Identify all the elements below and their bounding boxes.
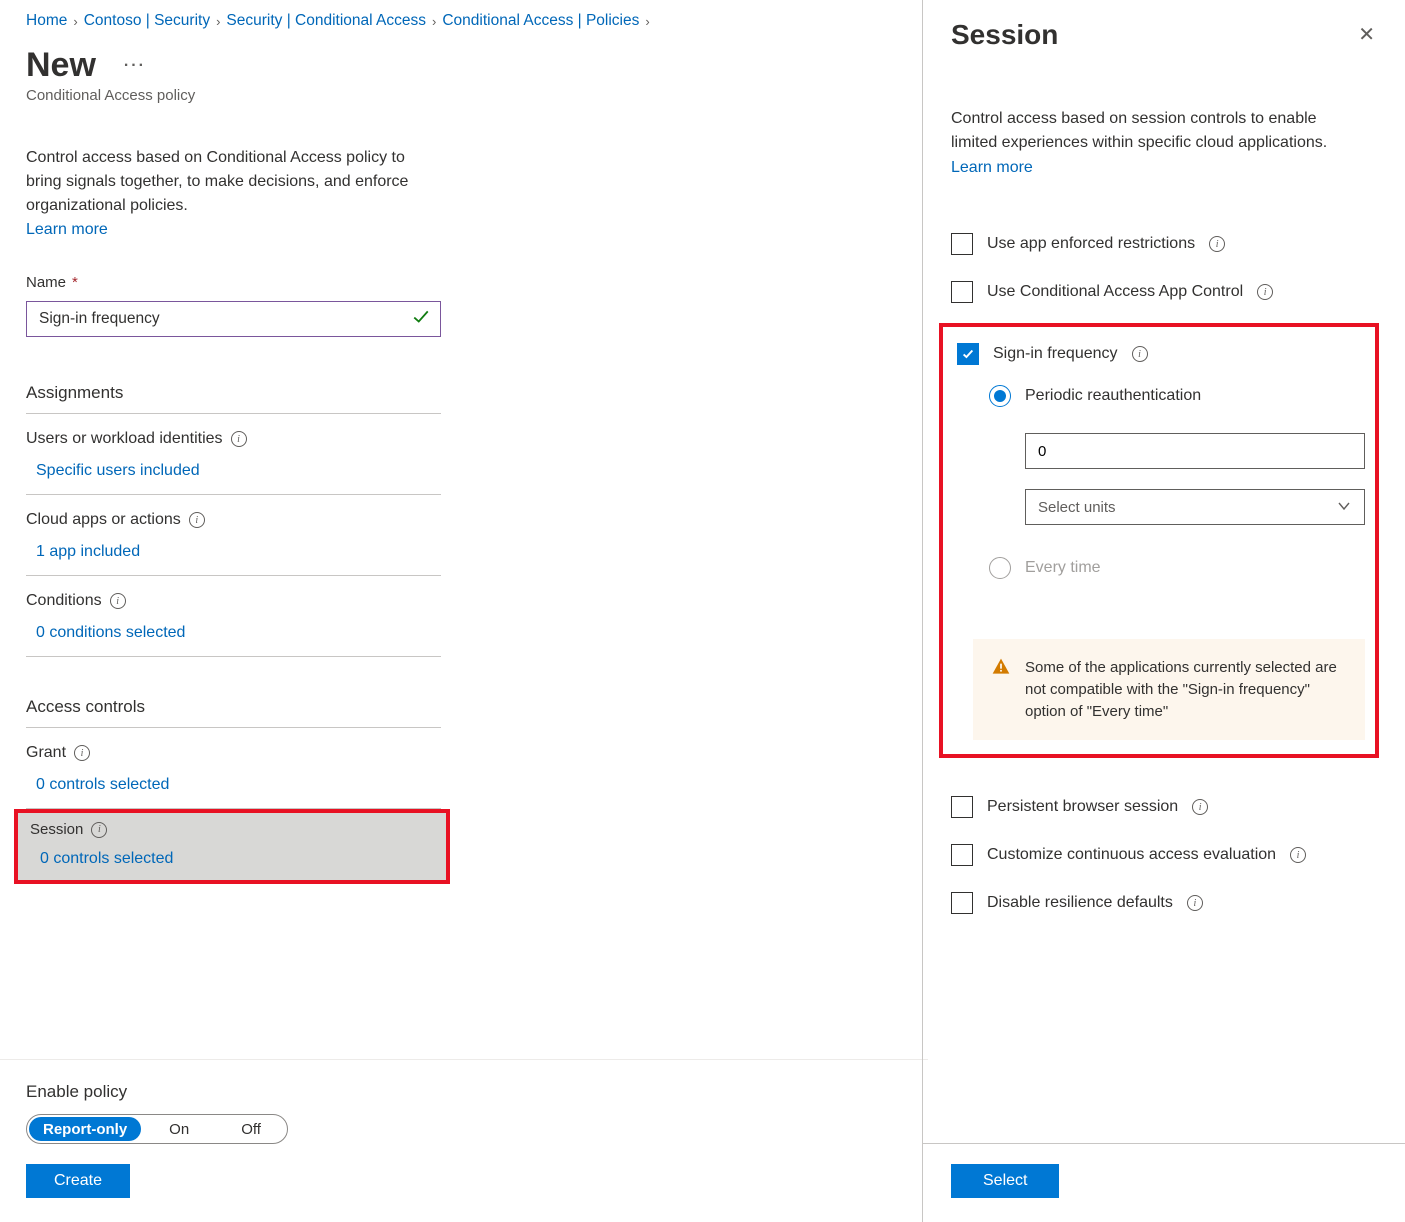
session-label: Session — [30, 821, 83, 838]
option-app-enforced-label: Use app enforced restrictions — [987, 235, 1195, 253]
checkbox-unchecked[interactable] — [951, 892, 973, 914]
enable-policy-toggle[interactable]: Report-only On Off — [26, 1114, 288, 1144]
option-resilience-label: Disable resilience defaults — [987, 894, 1173, 912]
access-controls-header: Access controls — [26, 697, 441, 728]
checkbox-unchecked[interactable] — [951, 844, 973, 866]
info-icon[interactable]: i — [74, 745, 90, 761]
conditions-block[interactable]: Conditions i 0 conditions selected — [26, 576, 441, 657]
info-icon[interactable]: i — [1187, 895, 1203, 911]
name-label-row: Name * — [26, 274, 922, 291]
close-icon[interactable]: ✕ — [1354, 18, 1379, 51]
session-panel: Session ✕ Control access based on sessio… — [922, 0, 1405, 1222]
panel-title: Session — [951, 19, 1058, 51]
info-icon[interactable]: i — [189, 512, 205, 528]
warning-text: Some of the applications currently selec… — [1025, 657, 1347, 722]
select-button[interactable]: Select — [951, 1164, 1059, 1198]
info-icon[interactable]: i — [1257, 284, 1273, 300]
learn-more-link[interactable]: Learn more — [26, 218, 426, 242]
grant-block[interactable]: Grant i 0 controls selected — [26, 728, 441, 809]
radio-selected[interactable] — [989, 385, 1011, 407]
breadcrumb-ca-policies[interactable]: Conditional Access | Policies — [442, 12, 639, 30]
info-icon[interactable]: i — [91, 822, 107, 838]
radio-every-time[interactable]: Every time — [989, 557, 1365, 579]
option-cae-label: Customize continuous access evaluation — [987, 846, 1276, 864]
panel-learn-more[interactable]: Learn more — [951, 159, 1379, 177]
radio-every-time-label: Every time — [1025, 559, 1101, 577]
session-value[interactable]: 0 controls selected — [30, 850, 436, 868]
info-icon[interactable]: i — [1290, 847, 1306, 863]
conditions-value[interactable]: 0 conditions selected — [26, 624, 441, 642]
create-button[interactable]: Create — [26, 1164, 130, 1198]
radio-periodic-label: Periodic reauthentication — [1025, 387, 1201, 405]
radio-periodic[interactable]: Periodic reauthentication — [989, 385, 1365, 407]
info-icon[interactable]: i — [110, 593, 126, 609]
users-block[interactable]: Users or workload identities i Specific … — [26, 414, 441, 495]
signin-frequency-highlight: Sign-in frequency i Periodic reauthentic… — [939, 323, 1379, 758]
policy-footer: Enable policy Report-only On Off Create — [0, 1059, 928, 1222]
breadcrumb-contoso-security[interactable]: Contoso | Security — [84, 12, 210, 30]
users-value[interactable]: Specific users included — [26, 462, 441, 480]
chevron-right-icon: › — [432, 14, 436, 29]
option-ca-app-control[interactable]: Use Conditional Access App Control i — [951, 281, 1379, 303]
option-signin-frequency[interactable]: Sign-in frequency i — [957, 343, 1365, 365]
breadcrumb-security-ca[interactable]: Security | Conditional Access — [226, 12, 426, 30]
units-placeholder: Select units — [1038, 499, 1116, 516]
page-subtitle: Conditional Access policy — [26, 87, 922, 104]
checkbox-unchecked[interactable] — [951, 796, 973, 818]
units-select[interactable]: Select units — [1025, 489, 1365, 525]
cloud-apps-value[interactable]: 1 app included — [26, 543, 441, 561]
info-icon[interactable]: i — [231, 431, 247, 447]
policy-name-input[interactable] — [37, 309, 412, 329]
breadcrumb-home[interactable]: Home — [26, 12, 67, 30]
option-app-enforced[interactable]: Use app enforced restrictions i — [951, 233, 1379, 255]
radio-unselected[interactable] — [989, 557, 1011, 579]
session-block[interactable]: Session i 0 controls selected — [18, 813, 446, 880]
cloud-apps-label: Cloud apps or actions — [26, 511, 181, 529]
frequency-number-input[interactable] — [1025, 433, 1365, 469]
grant-value[interactable]: 0 controls selected — [26, 776, 441, 794]
checkbox-unchecked[interactable] — [951, 233, 973, 255]
page-title: New ··· — [26, 46, 922, 85]
enable-policy-label: Enable policy — [26, 1082, 928, 1102]
option-resilience[interactable]: Disable resilience defaults i — [951, 892, 1379, 914]
warning-icon — [991, 657, 1011, 722]
checkmark-icon — [412, 308, 430, 331]
session-block-highlight: Session i 0 controls selected — [14, 809, 450, 884]
more-actions-icon[interactable]: ··· — [124, 57, 146, 75]
checkbox-checked[interactable] — [957, 343, 979, 365]
info-icon[interactable]: i — [1209, 236, 1225, 252]
users-label: Users or workload identities — [26, 430, 223, 448]
option-ca-app-control-label: Use Conditional Access App Control — [987, 283, 1243, 301]
segment-on[interactable]: On — [143, 1115, 215, 1143]
checkbox-unchecked[interactable] — [951, 281, 973, 303]
info-icon[interactable]: i — [1192, 799, 1208, 815]
name-label: Name — [26, 274, 66, 291]
intro-text: Control access based on Conditional Acce… — [26, 146, 426, 218]
grant-label: Grant — [26, 744, 66, 762]
breadcrumb: Home › Contoso | Security › Security | C… — [26, 12, 922, 30]
chevron-down-icon — [1336, 498, 1352, 517]
conditions-label: Conditions — [26, 592, 102, 610]
option-persistent-browser-label: Persistent browser session — [987, 798, 1178, 816]
info-icon[interactable]: i — [1132, 346, 1148, 362]
option-persistent-browser[interactable]: Persistent browser session i — [951, 796, 1379, 818]
chevron-right-icon: › — [216, 14, 220, 29]
option-cae[interactable]: Customize continuous access evaluation i — [951, 844, 1379, 866]
segment-off[interactable]: Off — [215, 1115, 287, 1143]
panel-description: Control access based on session controls… — [951, 107, 1351, 155]
chevron-right-icon: › — [645, 14, 649, 29]
warning-message: Some of the applications currently selec… — [973, 639, 1365, 740]
assignments-header: Assignments — [26, 383, 441, 414]
cloud-apps-block[interactable]: Cloud apps or actions i 1 app included — [26, 495, 441, 576]
required-star-icon: * — [72, 274, 78, 291]
segment-report-only[interactable]: Report-only — [29, 1117, 141, 1141]
main-content: Home › Contoso | Security › Security | C… — [0, 0, 922, 1222]
page-title-text: New — [26, 46, 96, 85]
chevron-right-icon: › — [73, 14, 77, 29]
name-input-wrap[interactable] — [26, 301, 441, 337]
signin-frequency-label: Sign-in frequency — [993, 345, 1118, 363]
